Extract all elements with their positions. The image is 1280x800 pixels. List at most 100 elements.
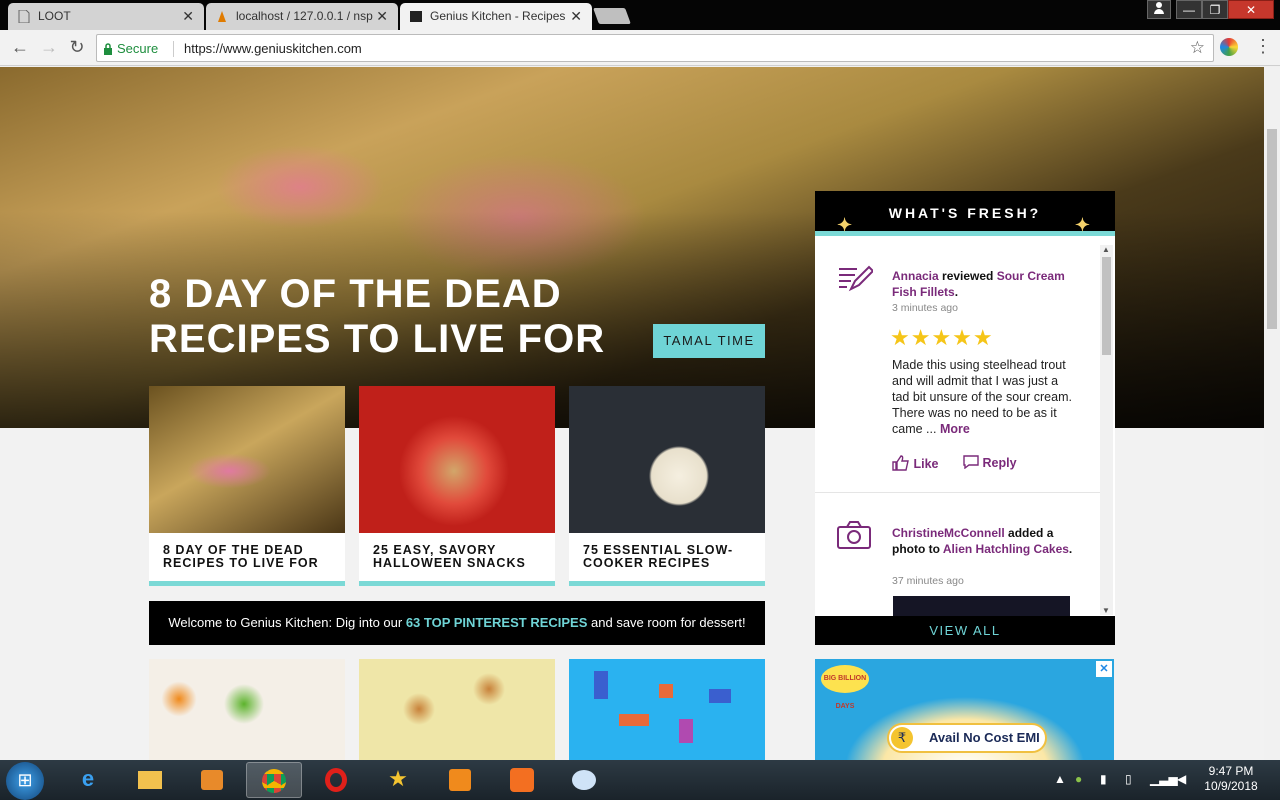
clock-date: 10/9/2018 bbox=[1204, 779, 1258, 793]
clock-time: 9:47 PM bbox=[1208, 764, 1254, 778]
paint-icon[interactable] bbox=[556, 762, 612, 798]
feature-card[interactable]: 25 EASY, SAVORY HALLOWEEN SNACKS bbox=[359, 386, 555, 586]
activity-feed[interactable]: Annacia reviewed Sour Cream Fish Fillets… bbox=[815, 241, 1115, 616]
timestamp: 37 minutes ago bbox=[892, 575, 964, 587]
more-link[interactable]: More bbox=[940, 422, 970, 436]
like-button[interactable]: Like bbox=[892, 455, 939, 471]
close-icon[interactable]: ✕ bbox=[182, 8, 194, 25]
review-text: Made this using steelhead trout and will… bbox=[892, 358, 1072, 436]
bookmark-star-icon[interactable]: ☆ bbox=[1190, 38, 1205, 58]
tab-strip: LOOT ✕ localhost / 127.0.0.1 / nsp ✕ Gen… bbox=[0, 0, 1280, 31]
tab-title: LOOT bbox=[38, 9, 71, 23]
taskbar: ⊞ e ★ ▲ ● ▮ ▯ ▁▃▅ ◀ 9:47 PM 10/9/2018 bbox=[0, 760, 1280, 800]
tab-localhost[interactable]: localhost / 127.0.0.1 / nsp ✕ bbox=[206, 3, 398, 30]
opera-icon[interactable] bbox=[308, 762, 364, 798]
page-viewport: 8 DAY OF THE DEAD RECIPES TO LIVE FOR TA… bbox=[0, 67, 1264, 760]
welcome-banner: Welcome to Genius Kitchen: Dig into our … bbox=[149, 601, 765, 645]
close-window-button[interactable]: ✕ bbox=[1228, 0, 1274, 19]
phpmyadmin-icon bbox=[218, 11, 226, 22]
scroll-up-icon[interactable]: ▲ bbox=[1102, 245, 1110, 254]
browser-toolbar: ← → ↻ Secure https://www.geniuskitchen.c… bbox=[0, 30, 1280, 66]
gk-icon bbox=[410, 11, 422, 22]
timestamp: 3 minutes ago bbox=[892, 302, 958, 314]
address-bar[interactable]: Secure https://www.geniuskitchen.com ☆ bbox=[96, 34, 1214, 62]
scroll-thumb[interactable] bbox=[1267, 129, 1277, 329]
card-image bbox=[149, 386, 345, 533]
new-tab-button[interactable] bbox=[593, 8, 631, 24]
rating-stars: ★★★★★ bbox=[890, 325, 994, 350]
extension-icon[interactable] bbox=[1220, 38, 1238, 56]
tab-loot[interactable]: LOOT ✕ bbox=[8, 3, 204, 30]
thumbs-up-icon bbox=[892, 455, 909, 471]
reload-icon[interactable]: ↻ bbox=[65, 36, 89, 60]
feed-scrollbar[interactable]: ▲ ▼ bbox=[1100, 245, 1113, 615]
recipe-thumb[interactable] bbox=[359, 659, 555, 760]
scroll-down-icon[interactable]: ▼ bbox=[1102, 606, 1110, 615]
chrome-icon[interactable] bbox=[246, 762, 302, 798]
back-arrow-icon[interactable]: ← bbox=[8, 36, 32, 60]
explorer-icon[interactable] bbox=[122, 762, 178, 798]
secure-label: Secure bbox=[117, 41, 159, 56]
uploaded-photo[interactable] bbox=[893, 596, 1070, 616]
tab-title: Genius Kitchen - Recipes bbox=[430, 9, 566, 23]
divider bbox=[815, 492, 1100, 493]
reviewer-link[interactable]: Annacia bbox=[892, 269, 939, 283]
maximize-button[interactable]: ❐ bbox=[1202, 0, 1228, 19]
scroll-thumb[interactable] bbox=[1102, 257, 1111, 355]
pinterest-recipes-link[interactable]: 63 TOP PINTEREST RECIPES bbox=[406, 615, 588, 630]
forward-arrow-icon[interactable]: → bbox=[37, 36, 61, 60]
whats-fresh-header: ✦ WHAT'S FRESH? ✦ bbox=[815, 191, 1115, 236]
xampp-icon[interactable] bbox=[494, 762, 550, 798]
advertisement[interactable]: BIG BILLION DAYS ✕ ₹ Avail No Cost EMI bbox=[815, 659, 1114, 760]
tab-title: localhost / 127.0.0.1 / nsp bbox=[236, 9, 373, 23]
menu-dots-icon[interactable]: ⋮ bbox=[1254, 36, 1272, 57]
whats-fresh-title: WHAT'S FRESH? bbox=[888, 205, 1042, 221]
user-link[interactable]: ChristineMcConnell bbox=[892, 526, 1005, 540]
minimize-button[interactable]: — bbox=[1176, 0, 1202, 19]
page-icon bbox=[18, 10, 30, 23]
star-app-icon[interactable]: ★ bbox=[370, 762, 426, 798]
close-icon[interactable]: ✕ bbox=[376, 8, 388, 25]
power-icon[interactable]: ▯ bbox=[1125, 772, 1132, 786]
ad-choices-icon[interactable]: ✕ bbox=[1096, 661, 1112, 677]
view-all-button[interactable]: VIEW ALL bbox=[815, 616, 1115, 645]
tray-expand-icon[interactable]: ▲ bbox=[1054, 772, 1066, 786]
card-caption: 25 EASY, SAVORY HALLOWEEN SNACKS bbox=[373, 543, 526, 570]
recipe-thumb[interactable] bbox=[569, 659, 765, 760]
url-text[interactable]: https://www.geniuskitchen.com bbox=[184, 41, 362, 56]
reply-button[interactable]: Reply bbox=[963, 455, 1017, 470]
signal-icon[interactable]: ▁▃▅ bbox=[1150, 772, 1178, 786]
network-icon[interactable]: ▮ bbox=[1100, 772, 1107, 786]
recipe-thumb[interactable] bbox=[149, 659, 345, 760]
feature-card[interactable]: 8 DAY OF THE DEAD RECIPES TO LIVE FOR bbox=[149, 386, 345, 586]
ie-icon[interactable]: e bbox=[60, 762, 116, 798]
ad-badge: BIG BILLION DAYS bbox=[821, 665, 869, 710]
photo-headline: ChristineMcConnell added a photo to Alie… bbox=[892, 526, 1073, 556]
close-icon[interactable]: ✕ bbox=[570, 8, 582, 25]
volume-icon[interactable]: ◀ bbox=[1177, 772, 1186, 786]
lock-icon bbox=[104, 43, 112, 55]
media-player-icon[interactable] bbox=[184, 762, 240, 798]
user-icon[interactable] bbox=[1147, 0, 1171, 19]
update-icon[interactable]: ● bbox=[1075, 772, 1082, 786]
recipe-link[interactable]: Alien Hatchling Cakes bbox=[943, 542, 1069, 556]
card-caption: 8 DAY OF THE DEAD RECIPES TO LIVE FOR bbox=[163, 543, 319, 570]
tamal-time-tag[interactable]: TAMAL TIME bbox=[653, 324, 765, 358]
hero-title[interactable]: 8 DAY OF THE DEAD RECIPES TO LIVE FOR bbox=[149, 272, 629, 362]
sublime-icon[interactable] bbox=[432, 762, 488, 798]
banner-text-before: Welcome to Genius Kitchen: Dig into our bbox=[168, 615, 406, 630]
card-image bbox=[569, 386, 765, 533]
comment-icon bbox=[963, 455, 979, 470]
review-headline: Annacia reviewed Sour Cream Fish Fillets… bbox=[892, 269, 1065, 299]
tab-genius-kitchen[interactable]: Genius Kitchen - Recipes ✕ bbox=[400, 3, 592, 31]
card-caption: 75 ESSENTIAL SLOW-COOKER RECIPES bbox=[583, 543, 734, 570]
rupee-icon: ₹ bbox=[891, 727, 913, 749]
clock[interactable]: 9:47 PM 10/9/2018 bbox=[1198, 764, 1264, 794]
camera-icon bbox=[837, 521, 871, 549]
start-button[interactable]: ⊞ bbox=[6, 762, 44, 800]
page-scrollbar[interactable] bbox=[1264, 67, 1280, 760]
divider bbox=[173, 41, 174, 57]
whats-fresh-panel: ✦ WHAT'S FRESH? ✦ Annacia reviewed Sour … bbox=[815, 191, 1115, 645]
card-image bbox=[359, 386, 555, 533]
feature-card[interactable]: 75 ESSENTIAL SLOW-COOKER RECIPES bbox=[569, 386, 765, 586]
